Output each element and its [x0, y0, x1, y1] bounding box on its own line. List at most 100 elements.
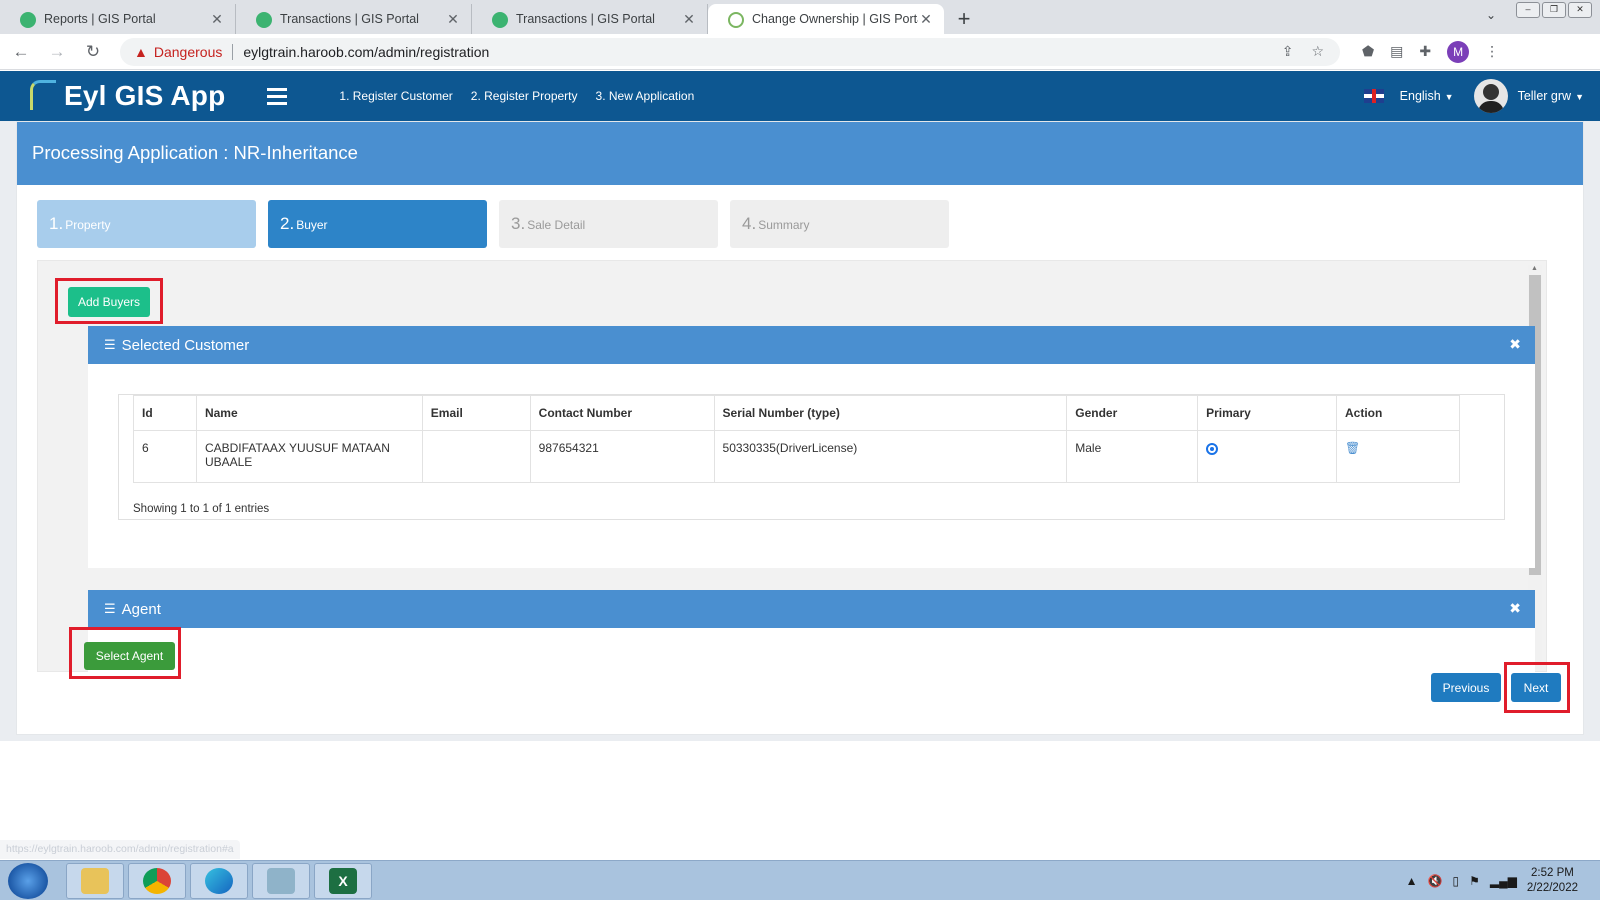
selected-customer-box: ☰ Selected Customer ✖ Id Name Email Cont… — [88, 326, 1535, 568]
column-header[interactable]: Action — [1336, 395, 1460, 431]
show-hidden-icons-icon[interactable]: ▲ — [1406, 874, 1418, 888]
select-agent-button[interactable]: Select Agent — [84, 642, 175, 670]
taskbar-edge[interactable] — [190, 862, 248, 899]
puzzle-extensions-icon[interactable]: ✚ — [1419, 43, 1431, 60]
forward-arrow-icon[interactable]: → — [42, 42, 72, 62]
browser-tab-change-ownership[interactable]: Change Ownership | GIS Portal ✕ — [708, 4, 944, 34]
caret-down-icon: ▼ — [1575, 92, 1584, 102]
clipboard-icon[interactable]: ▤ — [1390, 43, 1403, 60]
close-icon[interactable]: ✕ — [445, 11, 461, 28]
start-button[interactable] — [8, 862, 48, 899]
gis-favicon-icon — [20, 12, 36, 28]
step-property[interactable]: 1. Property — [37, 200, 256, 248]
chrome-icon — [143, 867, 171, 894]
back-arrow-icon[interactable]: ← — [6, 42, 36, 62]
list-icon: ☰ — [104, 337, 116, 352]
volume-muted-icon[interactable]: 🔇 — [1428, 874, 1443, 888]
browser-tab-transactions-2[interactable]: Transactions | GIS Portal ✕ — [472, 4, 708, 34]
box-title: Agent — [121, 600, 161, 618]
trash-icon[interactable]: 🗑 — [1345, 441, 1360, 455]
customer-table: Id Name Email Contact Number Serial Numb… — [133, 395, 1460, 483]
taskbar-chrome[interactable] — [128, 862, 186, 899]
folder-icon — [81, 867, 109, 894]
warning-icon: ▲ — [134, 43, 148, 60]
reload-icon[interactable]: ↻ — [78, 42, 108, 62]
close-icon[interactable]: ✖ — [1509, 336, 1521, 353]
app-name[interactable]: Eyl GIS App — [64, 80, 225, 112]
step-sale-detail[interactable]: 3. Sale Detail — [499, 200, 718, 248]
column-header[interactable]: Serial Number (type) — [713, 395, 1068, 431]
top-nav: 1. Register Customer 2. Register Propert… — [339, 89, 694, 103]
edge-icon — [205, 867, 233, 894]
browser-tab-strip: Reports | GIS Portal ✕ Transactions | GI… — [0, 0, 1600, 34]
wizard-steps: 1. Property 2. Buyer 3. Sale Detail 4. Summa… — [37, 200, 949, 248]
next-button[interactable]: Next — [1511, 673, 1561, 702]
cell-serial: 50330335(DriverLicense) — [713, 430, 1068, 483]
share-icon[interactable]: ⇪ — [1282, 43, 1294, 60]
taskbar-excel[interactable]: X — [314, 862, 372, 899]
close-icon[interactable]: ✕ — [209, 11, 225, 28]
customer-table-wrapper: Id Name Email Contact Number Serial Numb… — [118, 394, 1505, 520]
previous-button[interactable]: Previous — [1431, 673, 1501, 702]
taskbar-app[interactable] — [252, 862, 310, 899]
column-header[interactable]: Gender — [1066, 395, 1199, 431]
primary-radio[interactable] — [1206, 443, 1219, 455]
nav-register-customer[interactable]: 1. Register Customer — [339, 89, 452, 103]
kebab-menu-icon[interactable]: ⋮ — [1485, 43, 1499, 60]
cell-name: CABDIFATAAX YUUSUF MATAAN UBAALE — [195, 430, 423, 483]
chevron-down-icon[interactable]: ⌄ — [1486, 8, 1496, 22]
column-header[interactable]: Id — [133, 395, 197, 431]
scroll-up-icon[interactable]: ▲ — [1531, 265, 1538, 272]
clock[interactable]: 2:52 PM 2/22/2022 — [1527, 866, 1578, 896]
nav-register-property[interactable]: 2. Register Property — [471, 89, 578, 103]
column-header[interactable]: Name — [195, 395, 423, 431]
close-icon[interactable]: ✕ — [681, 11, 697, 28]
cell-action: 🗑 — [1336, 430, 1460, 483]
network-icon[interactable]: ▂▄▆ — [1490, 874, 1517, 888]
browser-tab-transactions-1[interactable]: Transactions | GIS Portal ✕ — [236, 4, 472, 34]
box-title: Selected Customer — [121, 336, 250, 354]
restore-icon[interactable]: ❐ — [1542, 2, 1566, 18]
column-header[interactable]: Email — [421, 395, 531, 431]
cell-email — [421, 430, 531, 483]
selected-customer-header: ☰ Selected Customer ✖ — [88, 326, 1535, 364]
close-icon[interactable]: ✖ — [1509, 600, 1521, 617]
cell-contact: 987654321 — [529, 430, 715, 483]
cell-id: 6 — [133, 430, 197, 483]
divider — [232, 43, 234, 60]
address-bar[interactable]: ▲ Dangerous eylgtrain.haroob.com/admin/r… — [120, 37, 1340, 66]
new-tab-plus-icon[interactable]: + — [944, 4, 984, 34]
cell-primary — [1197, 430, 1338, 483]
security-label[interactable]: Dangerous — [154, 44, 223, 60]
tab-title: Reports | GIS Portal — [44, 12, 156, 26]
browser-tab-reports[interactable]: Reports | GIS Portal ✕ — [0, 4, 236, 34]
clock-time: 2:52 PM — [1531, 866, 1574, 879]
close-icon[interactable]: ✕ — [918, 11, 934, 28]
tab-title: Transactions | GIS Portal — [280, 12, 419, 26]
battery-icon[interactable]: ▯ — [1452, 874, 1459, 888]
taskbar-explorer[interactable] — [66, 862, 124, 899]
nav-new-application[interactable]: 3. New Application — [596, 89, 695, 103]
bookmark-star-icon[interactable]: ☆ — [1311, 43, 1324, 60]
column-header[interactable]: Primary — [1197, 395, 1338, 431]
hamburger-menu-icon[interactable] — [267, 87, 288, 105]
extension-shield-icon[interactable]: ⬟ — [1362, 43, 1374, 60]
column-header[interactable]: Contact Number — [529, 395, 715, 431]
step-summary[interactable]: 4. Summary — [730, 200, 949, 248]
flag-icon[interactable]: ⚑ — [1469, 874, 1480, 888]
uk-flag-icon — [1363, 89, 1384, 103]
cell-gender: Male — [1066, 430, 1199, 483]
user-avatar[interactable] — [1473, 79, 1508, 113]
url-text[interactable]: eylgtrain.haroob.com/admin/registration — [243, 44, 489, 60]
step-buyer[interactable]: 2. Buyer — [268, 200, 487, 248]
language-dropdown[interactable]: English ▼ — [1400, 89, 1454, 103]
table-row: 6 CABDIFATAAX YUUSUF MATAAN UBAALE 98765… — [133, 430, 1460, 483]
profile-avatar[interactable]: M — [1447, 40, 1470, 63]
minimize-icon[interactable]: – — [1516, 2, 1540, 18]
add-buyers-button[interactable]: Add Buyers — [68, 287, 150, 317]
gis-favicon-icon — [256, 12, 272, 28]
user-dropdown[interactable]: Teller grw ▼ — [1518, 89, 1584, 103]
window-close-icon[interactable]: ✕ — [1568, 2, 1592, 18]
clock-date: 2/22/2022 — [1526, 881, 1578, 894]
window-controls: – ❐ ✕ — [1516, 2, 1592, 18]
